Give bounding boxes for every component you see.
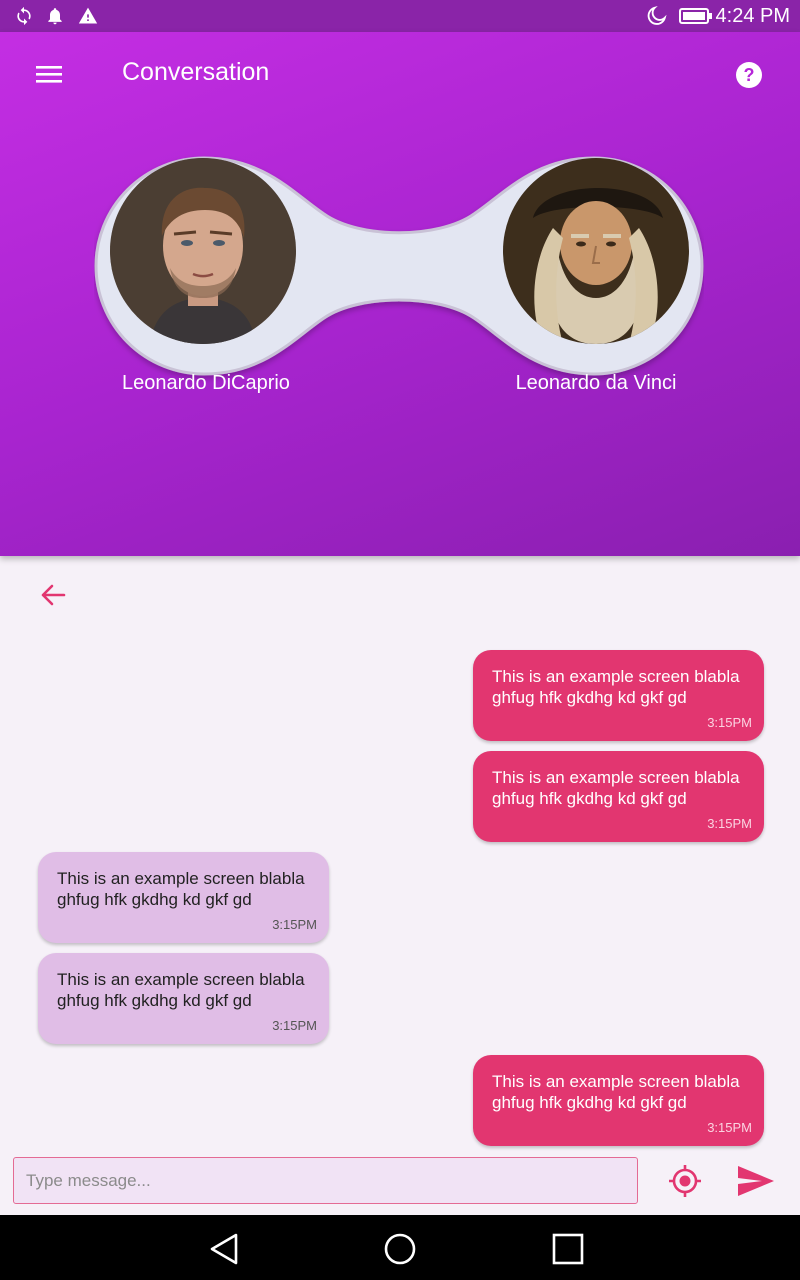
nav-back-icon[interactable] [204, 1229, 244, 1269]
back-arrow-icon[interactable] [34, 576, 72, 614]
participant-name-right: Leonardo da Vinci [515, 372, 677, 394]
message-bubble-outgoing[interactable]: This is an example screen blabla ghfug h… [473, 751, 764, 842]
help-circle-icon[interactable]: ? [730, 56, 768, 94]
message-text: This is an example screen blabla ghfug h… [492, 667, 740, 707]
page-title: Conversation [122, 58, 270, 86]
sync-icon [12, 0, 36, 32]
message-bubble-outgoing[interactable]: This is an example screen blabla ghfug h… [473, 1055, 764, 1146]
avatar-leonardo-da-vinci[interactable] [503, 158, 689, 344]
message-text: This is an example screen blabla ghfug h… [492, 1072, 740, 1112]
system-navigation-bar [0, 1215, 800, 1280]
message-bubble-incoming[interactable]: This is an example screen blabla ghfug h… [38, 852, 329, 943]
hamburger-menu-icon[interactable] [24, 52, 74, 96]
battery-icon [678, 0, 714, 32]
avatar-leonardo-dicaprio[interactable] [110, 158, 296, 344]
message-input[interactable] [13, 1157, 638, 1204]
notification-bell-icon [43, 0, 67, 32]
status-time: 4:24 PM [715, 5, 790, 27]
message-text: This is an example screen blabla ghfug h… [57, 869, 305, 909]
send-icon[interactable] [734, 1160, 778, 1202]
message-time: 3:15PM [707, 715, 752, 730]
warning-icon [76, 0, 100, 32]
nav-home-icon[interactable] [380, 1229, 420, 1269]
message-time: 3:15PM [707, 816, 752, 831]
message-bubble-incoming[interactable]: This is an example screen blabla ghfug h… [38, 953, 329, 1044]
message-time: 3:15PM [707, 1120, 752, 1135]
nav-recents-icon[interactable] [548, 1229, 588, 1269]
message-time: 3:15PM [272, 1018, 317, 1033]
location-target-icon[interactable] [664, 1160, 706, 1202]
svg-text:?: ? [744, 65, 755, 85]
participant-name-left: Leonardo DiCaprio [122, 372, 290, 394]
message-time: 3:15PM [272, 917, 317, 932]
message-text: This is an example screen blabla ghfug h… [57, 970, 305, 1010]
message-bubble-outgoing[interactable]: This is an example screen blabla ghfug h… [473, 650, 764, 741]
status-bar: 4:24 PM [0, 0, 800, 32]
message-text: This is an example screen blabla ghfug h… [492, 768, 740, 808]
do-not-disturb-moon-icon [644, 0, 670, 32]
